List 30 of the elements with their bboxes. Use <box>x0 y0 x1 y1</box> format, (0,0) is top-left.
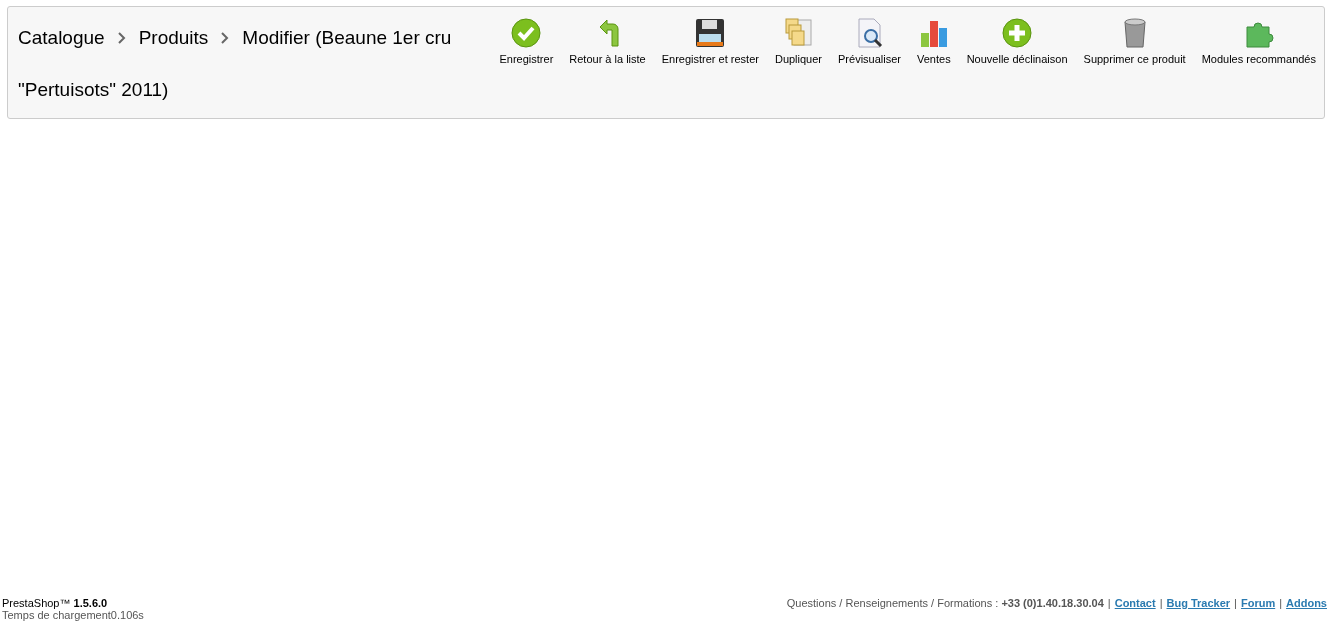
toolbar-button[interactable]: Enregistrer <box>491 17 562 65</box>
toolbar-button[interactable]: Prévisualiser <box>830 17 909 65</box>
breadcrumb-item: Modifier (Beaune 1er cru <box>242 26 452 50</box>
page-title-text: "Pertuisots" 2011) <box>18 78 169 102</box>
separator-text: | <box>1107 597 1111 609</box>
chevron-icon <box>220 32 231 44</box>
breadcrumb-item[interactable]: Produits <box>138 12 209 64</box>
toolbar-button[interactable]: Retour à la liste <box>561 17 654 65</box>
load-time-text: Temps de chargement0.106s <box>2 609 144 621</box>
footer-link[interactable]: Contact <box>1114 597 1156 609</box>
version-text: PrestaShop™ 1.5.6.0 <box>2 597 109 609</box>
footer-link[interactable]: Forum <box>1240 597 1276 609</box>
separator-text: | <box>1159 597 1163 609</box>
check-icon <box>510 17 543 49</box>
toolbar-button[interactable]: Dupliquer <box>766 17 831 65</box>
add-icon <box>1001 17 1034 49</box>
contact-text: Questions / Renseignements / Formations : +33 (0)1.40.18.30.04 <box>786 597 1104 609</box>
footer-link[interactable]: Addons <box>1286 597 1327 609</box>
separator-text: | <box>1234 597 1237 609</box>
save-icon <box>694 17 727 49</box>
chevron-icon <box>116 32 127 44</box>
toolbar-button[interactable]: Modules recommandés <box>1193 17 1324 65</box>
separator-text: | <box>1279 597 1283 609</box>
toolbar-button[interactable]: Supprimer ce produit <box>1075 17 1194 65</box>
toolbar-button[interactable]: Enregistrer et rester <box>653 17 767 65</box>
breadcrumb-item[interactable]: Catalogue <box>18 12 105 64</box>
toolbar-button[interactable]: Nouvelle déclinaison <box>958 17 1076 65</box>
footer-link[interactable]: Bug Tracker <box>1166 597 1231 609</box>
toolbar-button[interactable]: Ventes <box>909 17 959 65</box>
duplicate-icon <box>782 17 815 49</box>
